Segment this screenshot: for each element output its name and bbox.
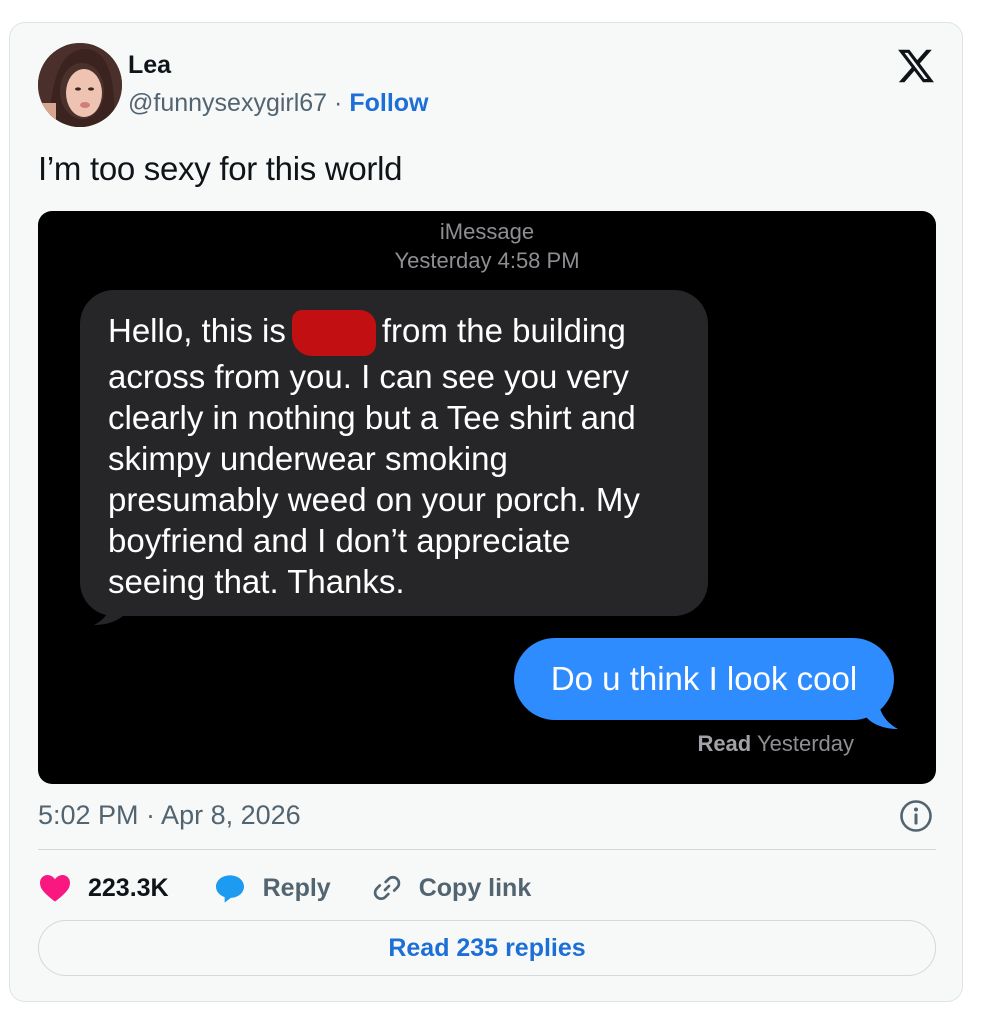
message-line: boyfriend and I don’t appreciate <box>108 522 571 560</box>
read-replies-label: Read 235 replies <box>388 933 586 962</box>
message-line-1: Hello, this is from the building <box>108 310 680 357</box>
message-text-after-redaction: from the building <box>381 312 626 349</box>
like-count: 223.3K <box>88 873 169 902</box>
reply-label: Reply <box>262 873 331 902</box>
outgoing-message-bubble: Do u think I look cool <box>514 638 894 720</box>
message-datetime: Yesterday 4:58 PM <box>394 248 580 273</box>
tweet-text: I’m too sexy for this world <box>38 150 403 187</box>
avatar[interactable] <box>38 43 122 127</box>
divider <box>38 849 936 850</box>
copy-link-label: Copy link <box>418 873 532 902</box>
message-line: skimpy underwear smoking <box>108 440 508 478</box>
x-logo-icon[interactable] <box>896 46 936 86</box>
like-button[interactable]: 223.3K <box>38 873 169 903</box>
incoming-message-bubble: Hello, this is from the building across f… <box>80 290 708 616</box>
outgoing-message-text: Do u think I look cool <box>550 660 858 697</box>
tweet-timestamp[interactable]: 5:02 PM · Apr 8, 2026 <box>38 800 301 831</box>
separator-dot: · <box>334 89 343 117</box>
message-line: clearly in nothing but a Tee shirt and <box>108 399 636 437</box>
message-text-before-redaction: Hello, this is <box>108 312 286 349</box>
copy-link-button[interactable]: Copy link <box>371 872 532 904</box>
imessage-service-label: iMessage <box>439 219 535 244</box>
follow-link[interactable]: Follow <box>349 89 428 117</box>
heart-icon <box>40 875 70 902</box>
message-line: presumably weed on your porch. My <box>108 481 640 519</box>
tweet-embed-card: Lea @funnysexygirl67 · Follow I’m too se… <box>9 22 963 1002</box>
action-bar: 223.3K Reply Copy link <box>38 868 531 908</box>
info-icon[interactable] <box>899 799 933 833</box>
redaction-mark <box>291 310 376 357</box>
author-handle[interactable]: @funnysexygirl67 <box>128 89 327 117</box>
read-time: Yesterday <box>756 731 854 756</box>
outgoing-bubble-tail <box>862 697 898 729</box>
reply-button[interactable]: Reply <box>213 872 331 904</box>
incoming-bubble-tail <box>94 593 130 625</box>
message-screenshot[interactable]: iMessage Yesterday 4:58 PM Hello, this i… <box>38 211 936 784</box>
read-replies-button[interactable]: Read 235 replies <box>38 920 936 976</box>
reply-bubble-icon <box>215 875 244 903</box>
message-line: seeing that. Thanks. <box>108 563 405 601</box>
handle-row: @funnysexygirl67 · Follow <box>128 89 428 118</box>
author-name[interactable]: Lea <box>128 51 171 80</box>
message-line: across from you. I can see you very <box>108 358 629 396</box>
read-receipt: Read Yesterday <box>697 731 854 757</box>
link-icon <box>373 875 400 901</box>
read-label: Read <box>697 731 752 756</box>
